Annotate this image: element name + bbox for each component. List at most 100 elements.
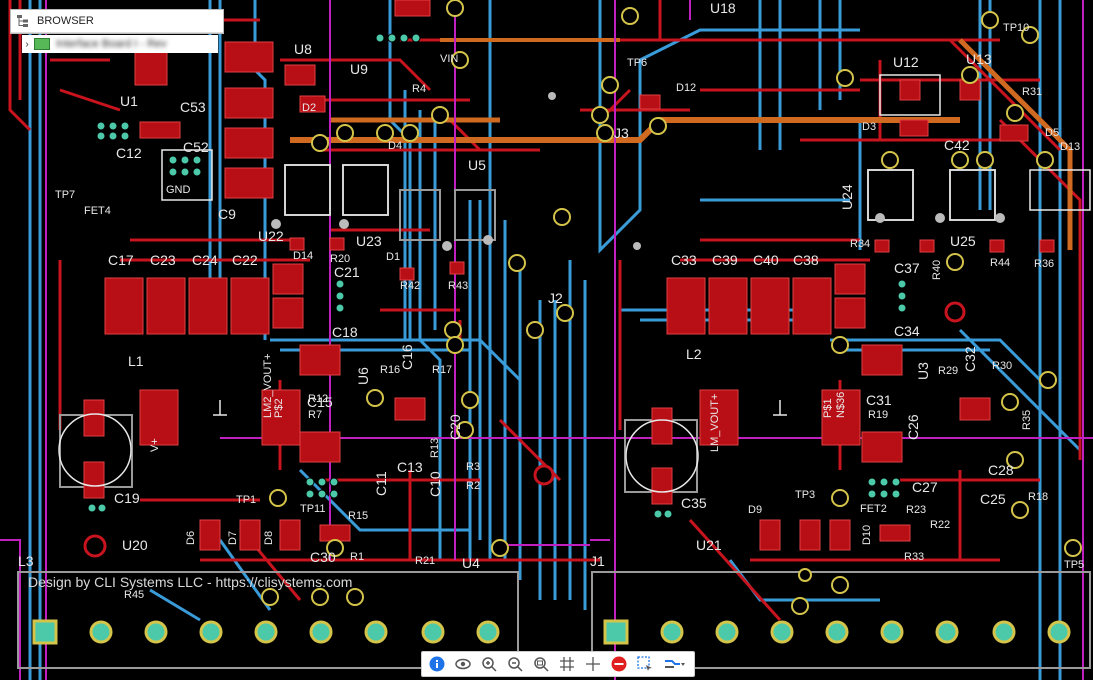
- designator-r18: R18: [1028, 491, 1048, 503]
- designator-d4: D4: [388, 140, 402, 152]
- designator-c18: C18: [332, 324, 358, 340]
- browser-item[interactable]: › Interface Board I - Rev: [22, 35, 218, 53]
- designator-c17: C17: [108, 252, 134, 268]
- designator-u13: U13: [966, 51, 992, 67]
- designator-r31: R31: [1022, 86, 1042, 98]
- designator-c52: C52: [183, 139, 209, 155]
- designator-d3: D3: [862, 121, 876, 133]
- designator-r3: R3: [466, 461, 480, 473]
- chevron-right-icon[interactable]: ›: [22, 39, 32, 50]
- designator-c37: C37: [894, 260, 920, 276]
- designator-p-2: P$2: [273, 398, 285, 418]
- designator-j2: J2: [548, 290, 563, 306]
- component-icon: [34, 38, 50, 50]
- designator-r16: R16: [380, 364, 400, 376]
- designator-c26: C26: [905, 414, 921, 440]
- designator-r17: R17: [432, 364, 452, 376]
- designator-u8: U8: [294, 41, 312, 57]
- designator-l3: L3: [18, 553, 34, 569]
- designator-u24: U24: [839, 184, 855, 210]
- designator-vin: VIN: [440, 53, 458, 65]
- designator-c10: C10: [427, 471, 443, 497]
- designator-r45: R45: [124, 589, 144, 601]
- designator-u22: U22: [258, 228, 284, 244]
- designator-c22: C22: [232, 252, 258, 268]
- zoom-window-icon[interactable]: [530, 654, 552, 674]
- browser-item-label: Interface Board I - Rev: [56, 38, 167, 50]
- designator-r35: R35: [1021, 410, 1033, 430]
- designator-r29: R29: [938, 365, 958, 377]
- connector-pins: [32, 619, 1071, 645]
- designator-u4: U4: [462, 555, 480, 571]
- designator-r7: R7: [308, 409, 322, 421]
- designator-u3: U3: [915, 362, 931, 380]
- designator-gnd: GND: [166, 184, 191, 196]
- designator-r30: R30: [992, 360, 1012, 372]
- zoom-in-icon[interactable]: [478, 654, 500, 674]
- designator-tp11: TP11: [300, 503, 325, 515]
- designator-fet4: FET4: [84, 205, 111, 217]
- route-icon[interactable]: [660, 654, 690, 674]
- designator-fet2: FET2: [860, 503, 887, 515]
- designator-tp6: TP6: [627, 57, 647, 69]
- designator-u12: U12: [893, 54, 919, 70]
- designator-c42: C42: [944, 137, 970, 153]
- designator-c27: C27: [912, 479, 938, 495]
- designator-c13: C13: [397, 459, 423, 475]
- designator-d2: D2: [302, 102, 316, 114]
- designer-credit: Design by CLI Systems LLC - https://clis…: [28, 574, 353, 590]
- designator-u9: U9: [350, 61, 368, 77]
- designator-tp7: TP7: [55, 189, 75, 201]
- designator-u20: U20: [122, 537, 148, 553]
- designator-c34: C34: [894, 323, 920, 339]
- designator-c39: C39: [712, 252, 738, 268]
- designator-r43: R43: [448, 280, 468, 292]
- browser-panel[interactable]: BROWSER: [10, 9, 224, 34]
- designator-c24: C24: [192, 252, 218, 268]
- designator-u5: U5: [468, 157, 486, 173]
- designator-r36: R36: [1034, 258, 1054, 270]
- browser-tree: › Interface Board I - Rev: [10, 35, 222, 55]
- crosshair-icon[interactable]: [582, 654, 604, 674]
- stop-icon[interactable]: [608, 654, 630, 674]
- designator-c19: C19: [114, 490, 140, 506]
- designator-r2: R2: [466, 480, 480, 492]
- designator-c33: C33: [671, 252, 697, 268]
- designator-c31: C31: [866, 392, 892, 408]
- designator-u23: U23: [356, 233, 382, 249]
- grid-icon[interactable]: [556, 654, 578, 674]
- designator-l1: L1: [128, 353, 144, 369]
- designator-c53: C53: [180, 99, 206, 115]
- designator-d6: D6: [185, 531, 197, 545]
- designator-d9: D9: [748, 504, 762, 516]
- designator-r23: R23: [906, 504, 926, 516]
- designator-tp1: TP1: [236, 494, 256, 506]
- designator-c20: C20: [447, 414, 463, 440]
- designator-v-: V+: [149, 438, 161, 452]
- designator-tp10: TP10: [1003, 22, 1029, 34]
- designator-u6: U6: [355, 367, 371, 385]
- designator-c35: C35: [681, 495, 707, 511]
- designator-n-36: N$36: [835, 392, 847, 418]
- designator-tp3: TP3: [795, 489, 815, 501]
- designator-u21: U21: [696, 537, 722, 553]
- designator-r19: R19: [868, 409, 888, 421]
- info-icon[interactable]: [426, 654, 448, 674]
- look-at-icon[interactable]: [452, 654, 474, 674]
- select-icon[interactable]: [634, 654, 656, 674]
- zoom-out-icon[interactable]: [504, 654, 526, 674]
- designator-p-1: P$1: [822, 398, 834, 418]
- designator-r15: R15: [348, 510, 368, 522]
- designator-u25: U25: [950, 233, 976, 249]
- designator-c25: C25: [980, 491, 1006, 507]
- designator-r44: R44: [990, 257, 1010, 269]
- designator-r33: R33: [904, 551, 924, 563]
- designator-d12: D12: [676, 82, 696, 94]
- designator-d5: D5: [1045, 127, 1059, 139]
- designator-r12: R12: [308, 393, 328, 405]
- designator-u18: U18: [710, 0, 736, 16]
- viewport-toolbar: [421, 651, 695, 677]
- designator-r22: R22: [930, 519, 950, 531]
- designator-l2: L2: [686, 346, 702, 362]
- designator-c21: C21: [334, 264, 360, 280]
